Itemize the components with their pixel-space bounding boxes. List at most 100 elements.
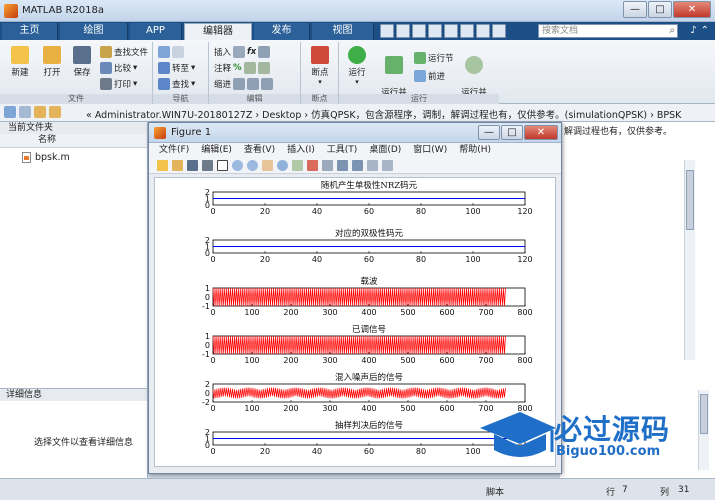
x-tick-label: 200 bbox=[283, 404, 298, 413]
brush-icon[interactable] bbox=[307, 160, 318, 171]
percent-comment-icon[interactable]: % bbox=[233, 63, 242, 73]
menu-view[interactable]: 查看(V) bbox=[244, 143, 275, 158]
forward-icon[interactable] bbox=[19, 106, 31, 118]
pan-hand-icon[interactable] bbox=[262, 160, 273, 171]
x-tick-label: 0 bbox=[210, 308, 215, 317]
x-tick-label: 100 bbox=[465, 207, 480, 216]
menu-insert[interactable]: 插入(I) bbox=[287, 143, 315, 158]
search-docs-input[interactable]: 搜索文档 ⌕ bbox=[538, 24, 678, 38]
show-plot-tools-icon[interactable] bbox=[382, 160, 393, 171]
hide-plot-tools-icon[interactable] bbox=[367, 160, 378, 171]
quick-help-icon[interactable] bbox=[492, 24, 506, 38]
group-divider bbox=[338, 42, 339, 102]
x-tick-label: 800 bbox=[517, 356, 532, 365]
details-title: 详细信息 bbox=[0, 389, 147, 401]
figure-close-button[interactable]: ✕ bbox=[524, 125, 558, 140]
find-files-button[interactable]: 查找文件 bbox=[100, 46, 148, 58]
x-tick-label: 20 bbox=[260, 255, 270, 264]
tab-publish[interactable]: 发布 bbox=[254, 23, 310, 40]
print-button[interactable]: 打印 ▾ bbox=[100, 78, 137, 90]
zoom-out-icon[interactable] bbox=[247, 160, 258, 171]
pointer-arrow-icon[interactable] bbox=[217, 160, 228, 171]
title-bar: MATLAB R2018a — □ ✕ bbox=[0, 0, 715, 22]
search-docs-placeholder: 搜索文档 bbox=[542, 26, 579, 36]
save-button[interactable]: 保存 bbox=[68, 46, 96, 78]
x-tick-label: 0 bbox=[210, 447, 215, 456]
back-icon[interactable] bbox=[4, 106, 16, 118]
file-item[interactable]: bpsk.m bbox=[22, 152, 70, 163]
current-folder-panel: 当前文件夹 名称 bpsk.m bbox=[0, 122, 148, 388]
tab-plots[interactable]: 绘图 bbox=[60, 23, 128, 40]
editor-scrollbar[interactable] bbox=[684, 160, 695, 360]
insert-section-icon bbox=[233, 46, 246, 58]
browse-folder-icon[interactable] bbox=[49, 106, 61, 118]
legend-icon[interactable] bbox=[352, 160, 363, 171]
tab-apps[interactable]: APP bbox=[130, 23, 182, 40]
quick-paste-icon[interactable] bbox=[428, 24, 442, 38]
scrollbar-thumb[interactable] bbox=[686, 170, 694, 230]
x-tick-label: 40 bbox=[312, 207, 322, 216]
y-tick-label: 0 bbox=[205, 441, 210, 450]
print-figure-icon[interactable] bbox=[202, 160, 213, 171]
run-section-button[interactable]: 运行节 bbox=[414, 52, 454, 64]
insert-button[interactable]: 插入 fx bbox=[214, 46, 271, 58]
rotate-3d-icon[interactable] bbox=[277, 160, 288, 171]
figure-icon bbox=[154, 127, 166, 139]
x-tick-label: 120 bbox=[517, 207, 532, 216]
collapse-ribbon-icon[interactable]: ⌃ bbox=[701, 25, 709, 36]
status-row: 7 bbox=[622, 485, 628, 495]
menu-tools[interactable]: 工具(T) bbox=[327, 143, 358, 158]
comment-button[interactable]: 注释 % bbox=[214, 62, 270, 74]
link-plot-icon[interactable] bbox=[322, 160, 333, 171]
figure-minimize-button[interactable]: — bbox=[478, 125, 500, 140]
minimize-button[interactable]: — bbox=[623, 1, 647, 18]
back-forward-buttons[interactable] bbox=[158, 46, 184, 58]
current-folder-path[interactable]: « Administrator.WIN7U-20180127Z › Deskto… bbox=[86, 107, 681, 121]
open-button[interactable]: 打开 bbox=[38, 46, 66, 78]
search-icon[interactable]: ⌕ bbox=[669, 25, 675, 37]
figure-title: Figure 1 bbox=[171, 127, 212, 138]
menu-edit[interactable]: 编辑(E) bbox=[201, 143, 232, 158]
menu-file[interactable]: 文件(F) bbox=[159, 143, 189, 158]
notification-bell-icon[interactable]: ♪ bbox=[690, 25, 696, 36]
indent-button[interactable]: 缩进 bbox=[214, 78, 274, 90]
menu-window[interactable]: 窗口(W) bbox=[413, 143, 447, 158]
close-button[interactable]: ✕ bbox=[673, 1, 711, 18]
quick-cut-icon[interactable] bbox=[396, 24, 410, 38]
x-tick-label: 800 bbox=[517, 308, 532, 317]
tab-home[interactable]: 主页 bbox=[2, 23, 58, 40]
run-button[interactable]: 运行 ▾ bbox=[342, 46, 372, 86]
find-files-icon bbox=[100, 46, 112, 58]
run-play-icon bbox=[348, 46, 366, 64]
advance-button[interactable]: 前进 bbox=[414, 70, 445, 82]
compare-button[interactable]: 比较 ▾ bbox=[100, 62, 137, 74]
fx-icon[interactable]: fx bbox=[247, 47, 256, 57]
quick-switch-icon[interactable] bbox=[476, 24, 490, 38]
figure-maximize-button[interactable]: □ bbox=[501, 125, 523, 140]
name-column-header[interactable]: 名称 bbox=[0, 134, 147, 148]
quick-save-icon[interactable] bbox=[380, 24, 394, 38]
colorbar-icon[interactable] bbox=[337, 160, 348, 171]
quick-undo-icon[interactable] bbox=[444, 24, 458, 38]
open-file-icon[interactable] bbox=[172, 160, 183, 171]
data-cursor-icon[interactable] bbox=[292, 160, 303, 171]
menu-help[interactable]: 帮助(H) bbox=[459, 143, 491, 158]
tab-view[interactable]: 视图 bbox=[312, 23, 374, 40]
graduation-cap-icon bbox=[480, 412, 556, 457]
new-button[interactable]: 新建 bbox=[6, 46, 34, 78]
zoom-in-icon[interactable] bbox=[232, 160, 243, 171]
breakpoints-button[interactable]: 断点 ▾ bbox=[306, 46, 334, 86]
y-tick-label: 0 bbox=[205, 293, 210, 302]
menu-desktop[interactable]: 桌面(D) bbox=[369, 143, 401, 158]
maximize-button[interactable]: □ bbox=[648, 1, 672, 18]
quick-copy-icon[interactable] bbox=[412, 24, 426, 38]
quick-redo-icon[interactable] bbox=[460, 24, 474, 38]
find-button[interactable]: 查找 ▾ bbox=[158, 78, 195, 90]
y-tick-label: 0 bbox=[205, 341, 210, 350]
save-figure-icon[interactable] bbox=[187, 160, 198, 171]
up-folder-icon[interactable] bbox=[34, 106, 46, 118]
goto-button[interactable]: 转至 ▾ bbox=[158, 62, 195, 74]
new-figure-icon[interactable] bbox=[157, 160, 168, 171]
x-tick-label: 600 bbox=[439, 356, 454, 365]
tab-editor[interactable]: 编辑器 bbox=[184, 23, 252, 40]
